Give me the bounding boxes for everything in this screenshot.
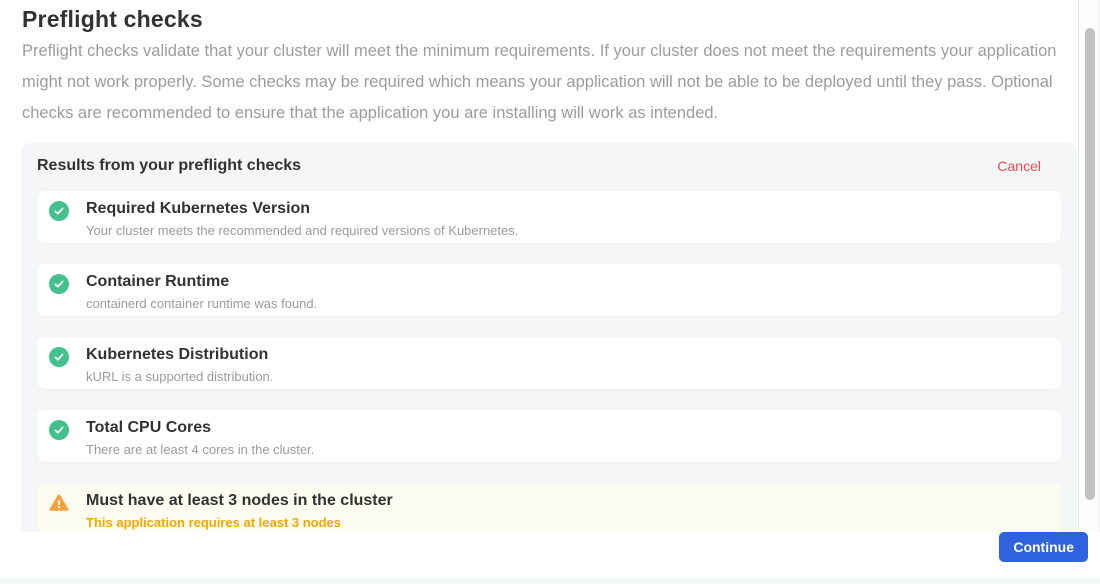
scrollbar-track[interactable] <box>1078 0 1100 532</box>
continue-button[interactable]: Continue <box>999 532 1088 562</box>
check-title: Required Kubernetes Version <box>86 199 518 219</box>
check-circle-icon <box>49 274 69 294</box>
check-title: Kubernetes Distribution <box>86 345 273 365</box>
check-texts: Total CPU Cores There are at least 4 cor… <box>86 418 314 458</box>
check-card-pass: Container Runtime containerd container r… <box>37 264 1061 316</box>
check-title: Container Runtime <box>86 272 317 292</box>
check-message: Your cluster meets the recommended and r… <box>86 223 518 239</box>
scrollbar-thumb[interactable] <box>1085 28 1095 500</box>
panel-header: Results from your preflight checks Cance… <box>37 157 1061 175</box>
check-message: There are at least 4 cores in the cluste… <box>86 442 314 458</box>
check-texts: Kubernetes Distribution kURL is a suppor… <box>86 345 273 385</box>
preflight-page: Preflight checks Preflight checks valida… <box>0 0 1100 584</box>
check-texts: Container Runtime containerd container r… <box>86 272 317 312</box>
check-card-pass: Total CPU Cores There are at least 4 cor… <box>37 410 1061 462</box>
page-title: Preflight checks <box>22 6 203 33</box>
results-header: Results from your preflight checks <box>37 157 301 175</box>
check-message: containerd container runtime was found. <box>86 296 317 312</box>
check-texts: Required Kubernetes Version Your cluster… <box>86 199 518 239</box>
check-circle-icon <box>49 347 69 367</box>
page-description: Preflight checks validate that your clus… <box>22 36 1070 129</box>
check-texts: Must have at least 3 nodes in the cluste… <box>86 491 393 531</box>
checks-list: Required Kubernetes Version Your cluster… <box>37 191 1061 532</box>
cancel-button[interactable]: Cancel <box>997 158 1041 174</box>
footer-bar: Continue <box>0 532 1100 578</box>
check-title: Total CPU Cores <box>86 418 314 438</box>
check-circle-icon <box>49 420 69 440</box>
preflight-results-panel: Results from your preflight checks Cance… <box>21 143 1077 532</box>
check-message: kURL is a supported distribution. <box>86 369 273 385</box>
check-title: Must have at least 3 nodes in the cluste… <box>86 491 393 511</box>
check-card-warn: Must have at least 3 nodes in the cluste… <box>37 483 1061 532</box>
check-message: This application requires at least 3 nod… <box>86 515 393 531</box>
check-card-pass: Kubernetes Distribution kURL is a suppor… <box>37 337 1061 389</box>
check-card-pass: Required Kubernetes Version Your cluster… <box>37 191 1061 243</box>
bottom-strip <box>0 578 1100 584</box>
check-circle-icon <box>49 201 69 221</box>
warning-triangle-icon <box>49 493 69 513</box>
